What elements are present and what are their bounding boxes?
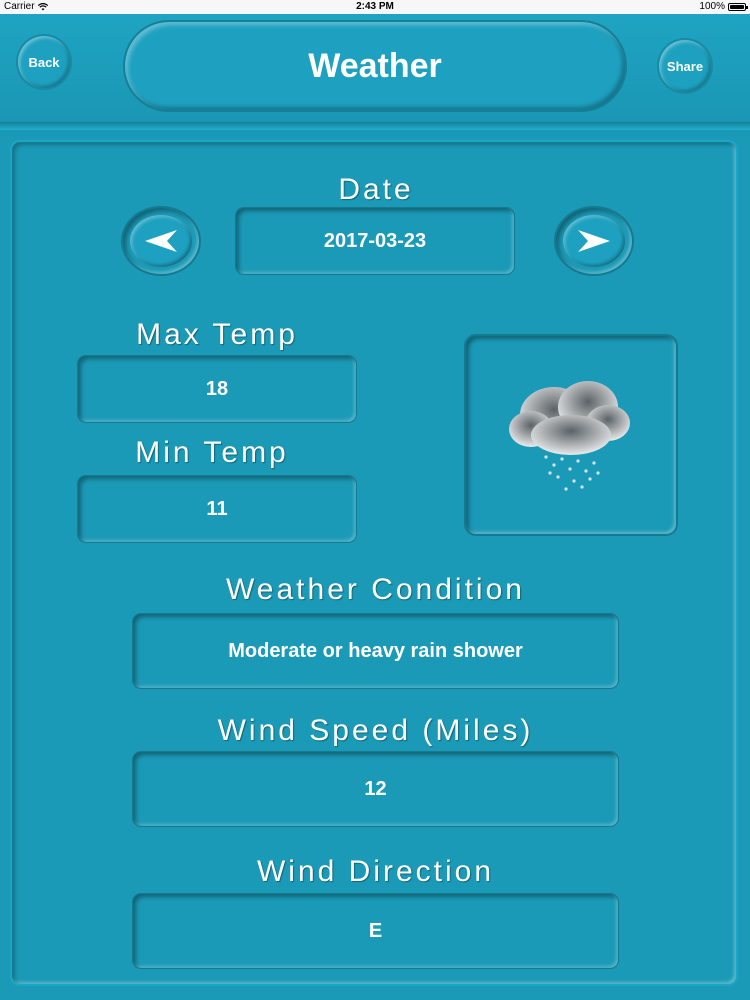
date-field[interactable]: 2017-03-23 bbox=[236, 208, 514, 274]
min-temp-field: 11 bbox=[78, 476, 356, 542]
wind-speed-field: 12 bbox=[133, 752, 618, 826]
date-label: Date bbox=[338, 173, 414, 206]
page-title-text: Weather bbox=[308, 46, 442, 85]
weather-condition-field: Moderate or heavy rain shower bbox=[133, 614, 618, 688]
max-temp-field: 18 bbox=[78, 356, 356, 422]
back-button-label: Back bbox=[28, 54, 60, 70]
wind-direction-field: E bbox=[133, 894, 618, 968]
battery-percent: 100% bbox=[699, 1, 725, 12]
next-date-button[interactable] bbox=[556, 208, 632, 274]
previous-date-button[interactable] bbox=[123, 208, 199, 274]
arrow-right-icon bbox=[578, 230, 610, 252]
header-divider bbox=[0, 122, 750, 130]
previous-date-button-face bbox=[130, 215, 192, 267]
wind-direction-label: Wind Direction bbox=[256, 855, 495, 888]
min-temp-label: Min Temp bbox=[135, 436, 289, 469]
page-title: Weather bbox=[125, 22, 625, 110]
arrow-left-icon bbox=[145, 230, 177, 252]
status-battery: 100% bbox=[699, 0, 748, 14]
share-button-label: Share bbox=[666, 58, 704, 74]
weather-condition-label: Weather Condition bbox=[226, 573, 525, 606]
back-button[interactable]: Back bbox=[18, 36, 70, 88]
wind-speed-label: Wind Speed (Miles) bbox=[217, 714, 534, 747]
status-bar: Carrier 2:43 PM 100% bbox=[0, 0, 750, 14]
max-temp-label: Max Temp bbox=[136, 318, 298, 351]
status-time: 2:43 PM bbox=[356, 1, 394, 12]
rain-cloud-icon bbox=[509, 381, 630, 491]
next-date-button-face bbox=[563, 215, 625, 267]
share-button[interactable]: Share bbox=[659, 40, 711, 92]
weather-icon-box bbox=[466, 336, 676, 534]
battery-icon bbox=[728, 3, 748, 11]
